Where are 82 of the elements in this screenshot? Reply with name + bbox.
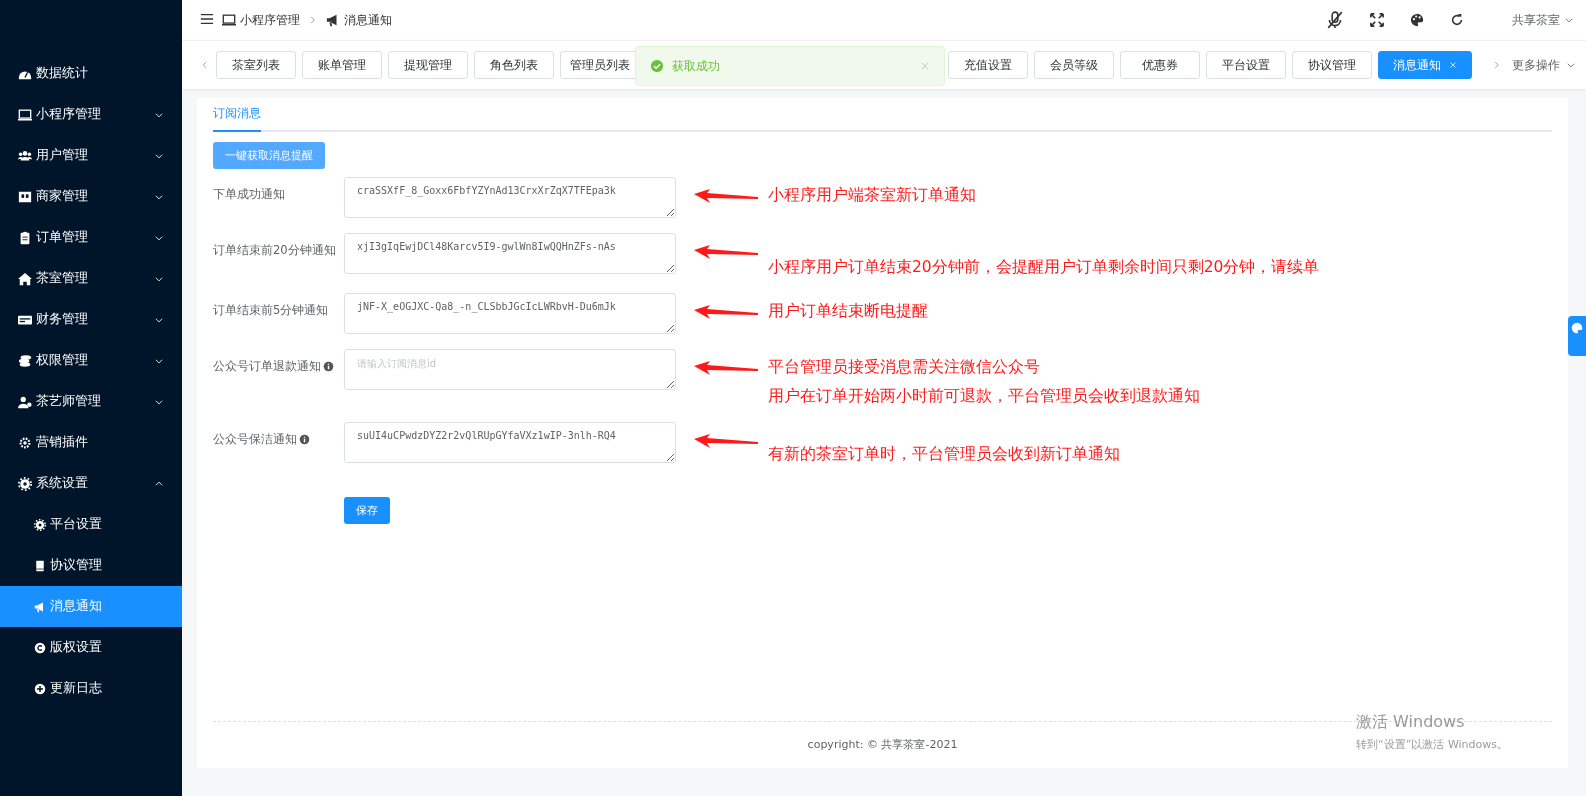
- storefront-icon: [18, 189, 32, 204]
- field-label: 公众号订单退款通知: [213, 359, 321, 374]
- template-id-field[interactable]: jNF-X_eOGJXC-Qa8_-n_CLSbbJGcIcLWRbvH-Du6mJk: [344, 293, 676, 334]
- page-tab[interactable]: 优惠券: [1120, 51, 1200, 79]
- sidebar-item[interactable]: 用户管理: [0, 135, 182, 176]
- sidebar-item[interactable]: 茶艺师管理: [0, 381, 182, 422]
- sidebar-item[interactable]: 茶室管理: [0, 258, 182, 299]
- check-circle-icon: [650, 59, 664, 73]
- field-label: 订单结束前5分钟通知: [213, 303, 329, 318]
- theme-button[interactable]: [1568, 316, 1586, 356]
- sidebar-item[interactable]: 小程序管理: [0, 94, 182, 135]
- sidebar-subitem[interactable]: 更新日志: [0, 668, 182, 709]
- page-tab[interactable]: 账单管理: [302, 51, 382, 79]
- users-icon: [18, 148, 32, 163]
- chevron-right-icon: [1492, 60, 1502, 70]
- sidebar-item[interactable]: 订单管理: [0, 217, 182, 258]
- user-name[interactable]: 共享茶室: [1512, 11, 1560, 29]
- info-icon: [299, 434, 310, 445]
- fullscreen-icon: [1370, 13, 1384, 27]
- page-tab[interactable]: 茶室列表: [216, 51, 296, 79]
- sidebar-item[interactable]: 营销插件: [0, 422, 182, 463]
- annotation-text: 平台管理员接受消息需关注微信公众号: [768, 357, 1041, 378]
- page-tab[interactable]: 角色列表: [474, 51, 554, 79]
- toast-message: 获取成功: [672, 57, 721, 75]
- page-tab[interactable]: 提现管理: [388, 51, 468, 79]
- plus-circle-icon: [34, 682, 46, 695]
- sidebar-item[interactable]: 数据统计: [0, 53, 182, 94]
- field-label: 下单成功通知: [213, 187, 285, 202]
- user-badge-icon: [18, 394, 32, 409]
- annotation-text: 用户订单结束断电提醒: [768, 301, 928, 322]
- annotation-arrow: [694, 305, 758, 319]
- chevron-right-icon: [308, 15, 318, 25]
- info-icon: [323, 361, 334, 372]
- gear-icon: [18, 435, 32, 450]
- annotation-arrow: [694, 361, 758, 375]
- sidebar-item[interactable]: 财务管理: [0, 299, 182, 340]
- caret-icon: [1564, 15, 1574, 25]
- clipboard-icon: [18, 230, 32, 245]
- field-label: 订单结束前20分钟通知: [213, 243, 336, 258]
- page-tab[interactable]: 充值设置: [948, 51, 1028, 79]
- caret-icon: [1566, 60, 1576, 70]
- annotation-text: 用户在订单开始两小时前可退款，平台管理员会收到退款通知: [768, 386, 1200, 407]
- close-icon: [920, 61, 930, 71]
- megaphone-icon: [326, 13, 340, 27]
- close-icon: [1449, 61, 1457, 69]
- field-label: 公众号保洁通知: [213, 432, 297, 447]
- annotation-text: 小程序用户端茶室新订单通知: [768, 185, 976, 206]
- template-id-field[interactable]: xjI3gIqEwjDCl48Karcv5I9-gwlWn8IwQQHnZFs-nAs: [344, 233, 676, 274]
- activation-notice: 转到“设置”以激活 Windows。: [1356, 737, 1508, 752]
- template-id-field[interactable]: craSSXfF_8_Goxx6FbfYZYnAd13CrxXrZqX7TFEpa3k: [344, 177, 676, 218]
- menu-icon: [200, 11, 214, 26]
- chevron-left-icon: [200, 60, 210, 70]
- more-actions-dropdown[interactable]: 更多操作: [1508, 56, 1580, 74]
- breadcrumb-item[interactable]: 消息通知: [344, 11, 392, 29]
- refresh-icon: [1450, 13, 1464, 27]
- breadcrumb-item[interactable]: 小程序管理: [240, 11, 300, 29]
- sidebar-item[interactable]: 权限管理: [0, 340, 182, 381]
- home-icon: [18, 271, 32, 286]
- template-id-field[interactable]: suUI4uCPwdzDYZ2r2vQlRUpGYfaVXz1wIP-3nlh-RQ4: [344, 422, 676, 463]
- annotation-text: 小程序用户订单结束20分钟前，会提醒用户订单剩余时间只剩20分钟，请续单: [768, 257, 1320, 278]
- settings-icon: [18, 476, 32, 491]
- activation-notice: 激活 Windows: [1356, 712, 1466, 733]
- annotation-arrow: [694, 245, 758, 259]
- annotation-text: 有新的茶室订单时，平台管理员会收到新订单通知: [768, 444, 1120, 465]
- page-tab[interactable]: 平台设置: [1206, 51, 1286, 79]
- monitor-icon: [18, 107, 32, 122]
- mic-off-icon: [1326, 11, 1344, 29]
- page-tab[interactable]: 协议管理: [1292, 51, 1372, 79]
- sidebar-subitem[interactable]: 平台设置: [0, 504, 182, 545]
- sidebar-item[interactable]: 商家管理: [0, 176, 182, 217]
- sidebar-subitem[interactable]: 协议管理: [0, 545, 182, 586]
- page-tab[interactable]: 会员等级: [1034, 51, 1114, 79]
- copyright-text: copyright: © 共享茶室-2021: [807, 736, 958, 752]
- annotation-arrow: [694, 434, 758, 448]
- book-icon: [34, 559, 46, 572]
- sidebar-item[interactable]: 系统设置: [0, 463, 182, 504]
- monitor-icon: [222, 13, 236, 27]
- megaphone-icon: [34, 600, 46, 613]
- settings-icon: [34, 518, 46, 531]
- copyright-icon: [34, 641, 46, 654]
- annotation-arrow: [694, 189, 758, 203]
- sidebar-subitem[interactable]: 版权设置: [0, 627, 182, 668]
